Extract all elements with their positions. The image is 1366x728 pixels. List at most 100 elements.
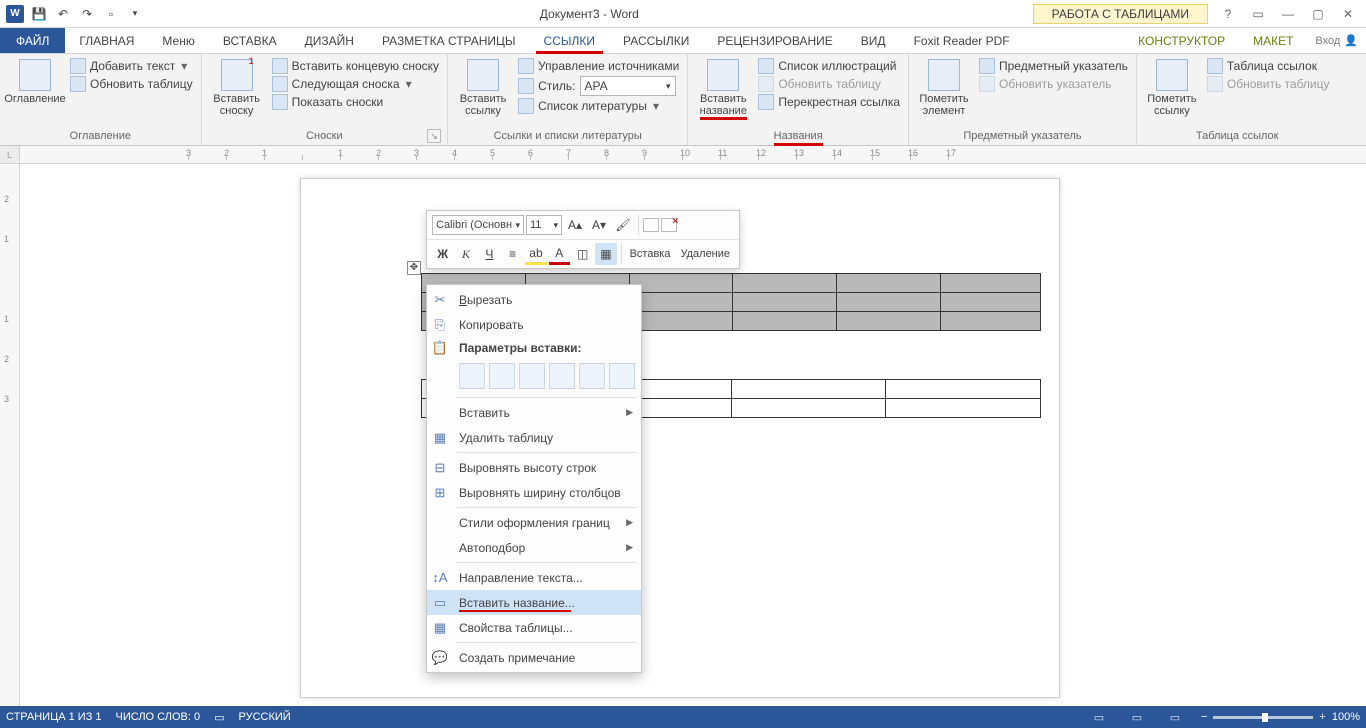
tab-references[interactable]: ССЫЛКИ: [530, 28, 609, 53]
minimize-icon[interactable]: —: [1276, 4, 1300, 24]
bold-button[interactable]: Ж: [432, 243, 453, 265]
insert-citation-button[interactable]: Вставить ссылку: [454, 57, 512, 119]
font-family-combo[interactable]: Calibri (Основн▾: [432, 215, 524, 235]
ctx-cut[interactable]: ✂Вырезать: [427, 287, 641, 312]
view-read-icon[interactable]: ▭: [1087, 708, 1111, 726]
qat-dropdown-icon[interactable]: ▾: [124, 3, 146, 25]
save-icon[interactable]: 💾: [28, 3, 50, 25]
update-figures-button[interactable]: Обновить таблицу: [756, 75, 902, 93]
horizontal-ruler[interactable]: L 3211234567891011121314151617: [0, 146, 1366, 164]
align-button[interactable]: ≡: [502, 243, 523, 265]
tab-mailings[interactable]: РАССЫЛКИ: [609, 28, 703, 53]
font-size-combo[interactable]: 11▾: [526, 215, 562, 235]
tab-foxit[interactable]: Foxit Reader PDF: [900, 28, 1024, 53]
insert-caption-button[interactable]: Вставить название: [694, 57, 752, 119]
close-icon[interactable]: ✕: [1336, 4, 1360, 24]
table-move-handle[interactable]: ✥: [407, 261, 421, 275]
delete-split-button[interactable]: ✕: [661, 214, 677, 236]
view-print-icon[interactable]: ▭: [1125, 708, 1149, 726]
mini-toolbar: Calibri (Основн▾ 11▾ A▴ A▾ 🖌 ✕ Ж К Ч ≡ a…: [426, 210, 740, 269]
group-label-index: Предметный указатель: [915, 128, 1130, 145]
tab-file[interactable]: ФАЙЛ: [0, 28, 65, 53]
footnotes-launcher[interactable]: ↘: [427, 129, 441, 143]
new-doc-icon[interactable]: ▫: [100, 3, 122, 25]
zoom-out-icon[interactable]: −: [1201, 711, 1207, 723]
paste-opt-2[interactable]: [489, 363, 515, 389]
table-of-figures-button[interactable]: Список иллюстраций: [756, 57, 902, 75]
zoom-value[interactable]: 100%: [1332, 711, 1360, 723]
insert-endnote-button[interactable]: Вставить концевую сноску: [270, 57, 441, 75]
underline-button[interactable]: Ч: [479, 243, 500, 265]
paste-opt-1[interactable]: [459, 363, 485, 389]
tab-table-layout[interactable]: МАКЕТ: [1239, 28, 1307, 53]
cross-reference-button[interactable]: Перекрестная ссылка: [756, 93, 902, 111]
redo-icon[interactable]: ↷: [76, 3, 98, 25]
tab-review[interactable]: РЕЦЕНЗИРОВАНИЕ: [703, 28, 846, 53]
grow-font-icon[interactable]: A▴: [564, 214, 586, 236]
tab-insert[interactable]: ВСТАВКА: [209, 28, 291, 53]
mark-citation-button[interactable]: Пометить ссылку: [1143, 57, 1201, 119]
ctx-delete-table[interactable]: ▦Удалить таблицу: [427, 425, 641, 450]
show-notes-button[interactable]: Показать сноски: [270, 93, 441, 111]
ctx-insert[interactable]: Вставить▶: [427, 400, 641, 425]
ctx-border-styles[interactable]: Стили оформления границ▶: [427, 510, 641, 535]
zoom-slider[interactable]: [1213, 716, 1313, 719]
toc-button[interactable]: Оглавление: [6, 57, 64, 107]
help-icon[interactable]: ?: [1216, 4, 1240, 24]
tab-menu[interactable]: Меню: [148, 28, 208, 53]
shrink-font-icon[interactable]: A▾: [588, 214, 610, 236]
font-color-button[interactable]: A: [549, 243, 570, 265]
status-proofing-icon[interactable]: ▭: [214, 711, 224, 724]
mark-entry-button[interactable]: Пометить элемент: [915, 57, 973, 119]
insert-footnote-button[interactable]: 1Вставить сноску: [208, 57, 266, 119]
tab-table-design[interactable]: КОНСТРУКТОР: [1124, 28, 1239, 53]
add-text-button[interactable]: Добавить текст▾: [68, 57, 195, 75]
figures-icon: [758, 58, 774, 74]
insert-index-button[interactable]: Предметный указатель: [977, 57, 1130, 75]
undo-icon[interactable]: ↶: [52, 3, 74, 25]
format-painter-icon[interactable]: 🖌: [612, 214, 634, 236]
tab-view[interactable]: ВИД: [847, 28, 900, 53]
tab-design[interactable]: ДИЗАЙН: [291, 28, 368, 53]
update-toa-button[interactable]: Обновить таблицу: [1205, 75, 1332, 93]
zoom-in-icon[interactable]: +: [1319, 711, 1325, 723]
citation-style-dropdown[interactable]: APA▾: [580, 76, 676, 96]
next-footnote-button[interactable]: Следующая сноска▾: [270, 75, 441, 93]
sign-in[interactable]: Вход👤: [1307, 28, 1366, 53]
highlight-button[interactable]: ab: [525, 243, 546, 265]
update-toc-button[interactable]: Обновить таблицу: [68, 75, 195, 93]
ctx-distribute-rows[interactable]: ⊟Выровнять высоту строк: [427, 455, 641, 480]
ctx-insert-caption[interactable]: ▭Вставить название...: [427, 590, 641, 615]
update-figures-icon: [758, 76, 774, 92]
insert-toa-button[interactable]: Таблица ссылок: [1205, 57, 1332, 75]
ribbon-display-icon[interactable]: ▭: [1246, 4, 1270, 24]
tab-page-layout[interactable]: РАЗМЕТКА СТРАНИЦЫ: [368, 28, 530, 53]
status-language[interactable]: РУССКИЙ: [239, 711, 291, 723]
paste-opt-5[interactable]: [579, 363, 605, 389]
ctx-autofit[interactable]: Автоподбор▶: [427, 535, 641, 560]
bibliography-button[interactable]: Список литературы▾: [516, 97, 681, 115]
ctx-table-properties[interactable]: ▦Свойства таблицы...: [427, 615, 641, 640]
update-index-button[interactable]: Обновить указатель: [977, 75, 1130, 93]
tab-home[interactable]: ГЛАВНАЯ: [65, 28, 148, 53]
status-words[interactable]: ЧИСЛО СЛОВ: 0: [116, 711, 201, 723]
paste-opt-6[interactable]: [609, 363, 635, 389]
italic-button[interactable]: К: [455, 243, 476, 265]
ruler-corner[interactable]: L: [0, 146, 20, 163]
borders-button[interactable]: ▦: [595, 243, 616, 265]
ctx-copy[interactable]: ⎘Копировать: [427, 312, 641, 337]
ctx-paste-options-header: 📋Параметры вставки:: [427, 337, 641, 359]
ctx-text-direction[interactable]: ↕AНаправление текста...: [427, 565, 641, 590]
paste-opt-4[interactable]: [549, 363, 575, 389]
manage-sources-button[interactable]: Управление источниками: [516, 57, 681, 75]
view-web-icon[interactable]: ▭: [1163, 708, 1187, 726]
status-page[interactable]: СТРАНИЦА 1 ИЗ 1: [6, 711, 102, 723]
quick-access-toolbar: W 💾 ↶ ↷ ▫ ▾: [0, 3, 146, 25]
ctx-distribute-cols[interactable]: ⊞Выровнять ширину столбцов: [427, 480, 641, 505]
shading-button[interactable]: ◫: [572, 243, 593, 265]
ctx-new-comment[interactable]: 💬Создать примечание: [427, 645, 641, 670]
vertical-ruler[interactable]: 2 1 1 2 3: [0, 164, 20, 706]
maximize-icon[interactable]: ▢: [1306, 4, 1330, 24]
insert-split-button[interactable]: [643, 214, 659, 236]
paste-opt-3[interactable]: [519, 363, 545, 389]
